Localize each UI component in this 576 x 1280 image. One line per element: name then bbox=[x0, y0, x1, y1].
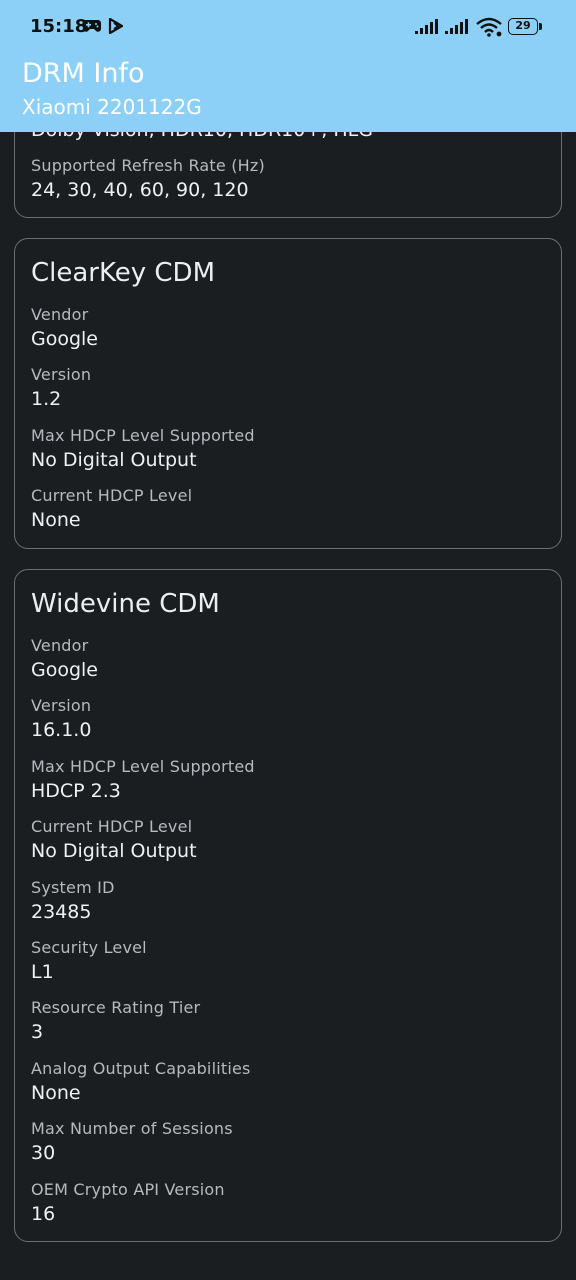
screen: Dolby Vision, HDR10, HDR10+, HLG Support… bbox=[0, 0, 576, 1280]
refresh-rate-label: Supported Refresh Rate (Hz) bbox=[31, 156, 265, 175]
widevine-current-hdcp-value: No Digital Output bbox=[31, 840, 197, 862]
app-bar: 15:18 29 DRM Info Xiaomi 2201122G bbox=[0, 0, 576, 132]
wifi-icon bbox=[476, 17, 502, 37]
page-subtitle: Xiaomi 2201122G bbox=[22, 95, 202, 119]
widevine-current-hdcp-label: Current HDCP Level bbox=[31, 817, 193, 836]
clearkey-max-hdcp-label: Max HDCP Level Supported bbox=[31, 426, 255, 445]
battery-tip bbox=[539, 23, 542, 30]
widevine-oem-crypto-label: OEM Crypto API Version bbox=[31, 1180, 225, 1199]
app-notification-icon bbox=[108, 18, 124, 34]
widevine-cdm-title: Widevine CDM bbox=[31, 589, 220, 619]
widevine-version-label: Version bbox=[31, 696, 92, 715]
widevine-version-value: 16.1.0 bbox=[31, 719, 92, 741]
clearkey-cdm-card: ClearKey CDM Vendor Google Version 1.2 M… bbox=[14, 238, 562, 549]
widevine-security-level-value: L1 bbox=[31, 961, 54, 983]
widevine-max-hdcp-label: Max HDCP Level Supported bbox=[31, 757, 255, 776]
signal-strength-icon-2 bbox=[445, 19, 468, 34]
widevine-resource-tier-label: Resource Rating Tier bbox=[31, 998, 201, 1017]
widevine-system-id-label: System ID bbox=[31, 878, 115, 897]
page-title: DRM Info bbox=[22, 58, 145, 89]
widevine-vendor-label: Vendor bbox=[31, 636, 89, 655]
widevine-max-hdcp-value: HDCP 2.3 bbox=[31, 780, 121, 802]
status-time: 15:18 bbox=[30, 16, 88, 37]
clearkey-current-hdcp-label: Current HDCP Level bbox=[31, 486, 193, 505]
widevine-oem-crypto-value: 16 bbox=[31, 1203, 56, 1225]
widevine-max-sessions-label: Max Number of Sessions bbox=[31, 1119, 233, 1138]
widevine-vendor-value: Google bbox=[31, 659, 99, 681]
widevine-system-id-value: 23485 bbox=[31, 901, 92, 923]
game-controller-icon bbox=[83, 20, 101, 32]
signal-strength-icon bbox=[415, 19, 438, 34]
clearkey-vendor-value: Google bbox=[31, 328, 99, 350]
widevine-security-level-label: Security Level bbox=[31, 938, 147, 957]
clearkey-version-value: 1.2 bbox=[31, 388, 62, 410]
widevine-cdm-card: Widevine CDM Vendor Google Version 16.1.… bbox=[14, 569, 562, 1242]
battery-icon: 29 bbox=[508, 18, 538, 35]
refresh-rate-value: 24, 30, 40, 60, 90, 120 bbox=[31, 179, 249, 201]
clearkey-current-hdcp-value: None bbox=[31, 509, 81, 531]
clearkey-max-hdcp-value: No Digital Output bbox=[31, 449, 197, 471]
widevine-analog-output-label: Analog Output Capabilities bbox=[31, 1059, 251, 1078]
clearkey-cdm-title: ClearKey CDM bbox=[31, 258, 216, 288]
widevine-max-sessions-value: 30 bbox=[31, 1142, 56, 1164]
clearkey-vendor-label: Vendor bbox=[31, 305, 89, 324]
widevine-analog-output-value: None bbox=[31, 1082, 81, 1104]
content-scroll-area[interactable]: Dolby Vision, HDR10, HDR10+, HLG Support… bbox=[0, 0, 576, 1280]
clearkey-version-label: Version bbox=[31, 365, 92, 384]
widevine-resource-tier-value: 3 bbox=[31, 1021, 44, 1043]
